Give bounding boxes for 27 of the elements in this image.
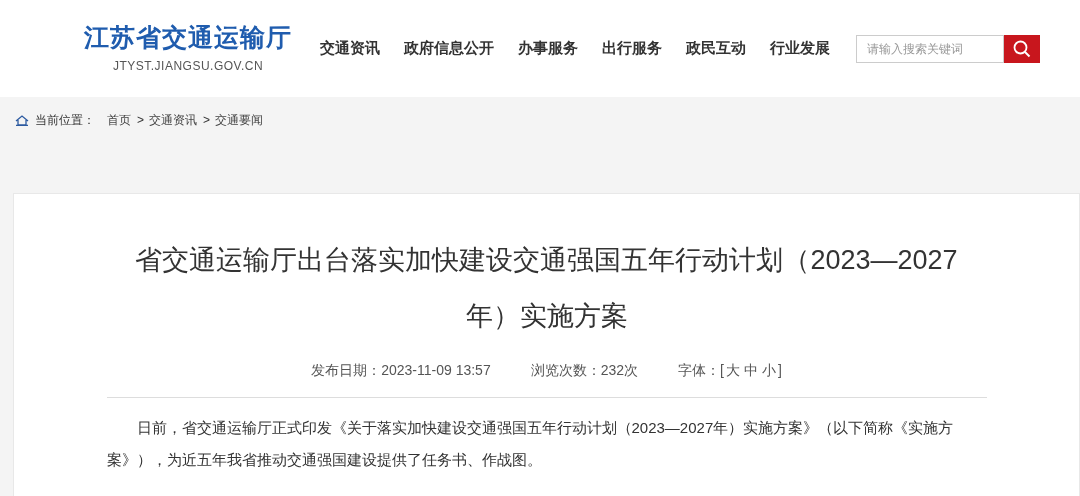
nav-link[interactable]: 交通资讯 [320,37,380,60]
breadcrumb-separator: > [137,112,144,129]
font-size-link[interactable]: 小 [761,360,776,381]
view-count: 浏览次数：232次 [530,361,639,380]
bracket: ] [777,361,782,380]
site-domain: JTYST.JIANGSU.GOV.CN [112,58,264,76]
nav-link[interactable]: 出行服务 [602,37,662,60]
nav-link[interactable]: 办事服务 [518,37,578,60]
font-size-label: 字体：[ [678,361,724,380]
article-paragraph: 日前，省交通运输厅正式印发《关于落实加快建设交通强国五年行动计划（2023—2027年）实施方案》（以下简称《实施方案》），为近五年我省推动交通强国建设提供了任务书、作战图。 [106,418,955,470]
breadcrumb-link[interactable]: 交通资讯 [149,111,197,129]
breadcrumb-label: 当前位置： [35,112,95,129]
home-icon [15,114,29,126]
search-button[interactable] [1004,34,1040,63]
nav-link[interactable]: 行业发展 [770,37,830,60]
article-title: 省交通运输厅出台落实加快建设交通强国五年行动计划（2023—2027年）实施方案 [134,244,959,333]
breadcrumb-link[interactable]: 交通要闻 [215,111,264,129]
publish-date: 发布日期：2023-11-09 13:57 [311,361,491,380]
nav-link[interactable]: 政民互动 [686,37,746,60]
site-title[interactable]: 江苏省交通运输厅 [84,21,292,54]
font-size-link[interactable]: 大 [725,360,740,381]
breadcrumb-link[interactable]: 首页 [107,111,131,129]
breadcrumb-separator: > [203,112,211,129]
nav-link[interactable]: 政府信息公开 [404,37,494,60]
search-icon [1013,39,1031,58]
search-field[interactable]: 请输入搜索关键词 [856,34,1004,63]
font-size-link[interactable]: 中 [743,360,758,381]
